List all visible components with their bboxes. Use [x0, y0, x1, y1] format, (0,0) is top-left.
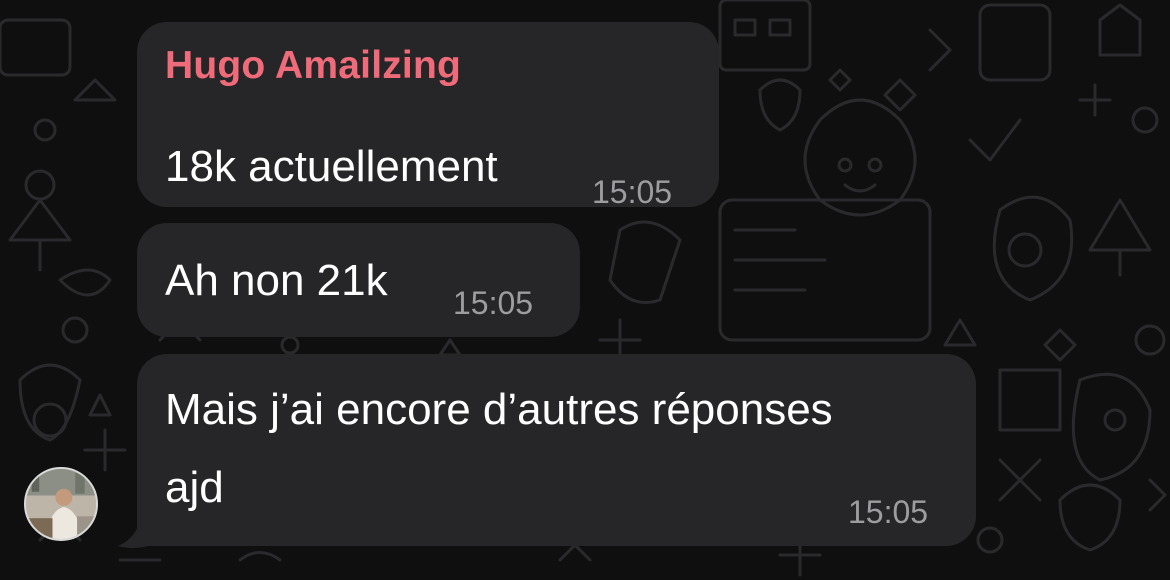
message-text: 18k actuellement	[165, 142, 498, 191]
message-timestamp: 15:05	[592, 174, 673, 210]
message-text: ajd	[165, 463, 224, 512]
message-text: Ah non 21k	[165, 256, 388, 305]
sender-avatar[interactable]	[24, 467, 98, 541]
message-bubble[interactable]: Mais j’ai encore d’autres réponses ajd 1…	[137, 354, 976, 546]
message-bubble[interactable]: Hugo Amailzing 18k actuellement 15:05	[137, 22, 719, 210]
bubble-tail	[118, 520, 148, 548]
message-bubble[interactable]: Ah non 21k 15:05	[137, 223, 580, 337]
sender-name[interactable]: Hugo Amailzing	[165, 44, 461, 88]
message-timestamp: 15:05	[453, 285, 534, 321]
message-timestamp: 15:05	[848, 494, 929, 530]
avatar-photo-icon	[26, 469, 96, 539]
chat-view: Hugo Amailzing 18k actuellement 15:05 Ah…	[0, 0, 1170, 580]
message-text: Mais j’ai encore d’autres réponses	[165, 385, 833, 434]
